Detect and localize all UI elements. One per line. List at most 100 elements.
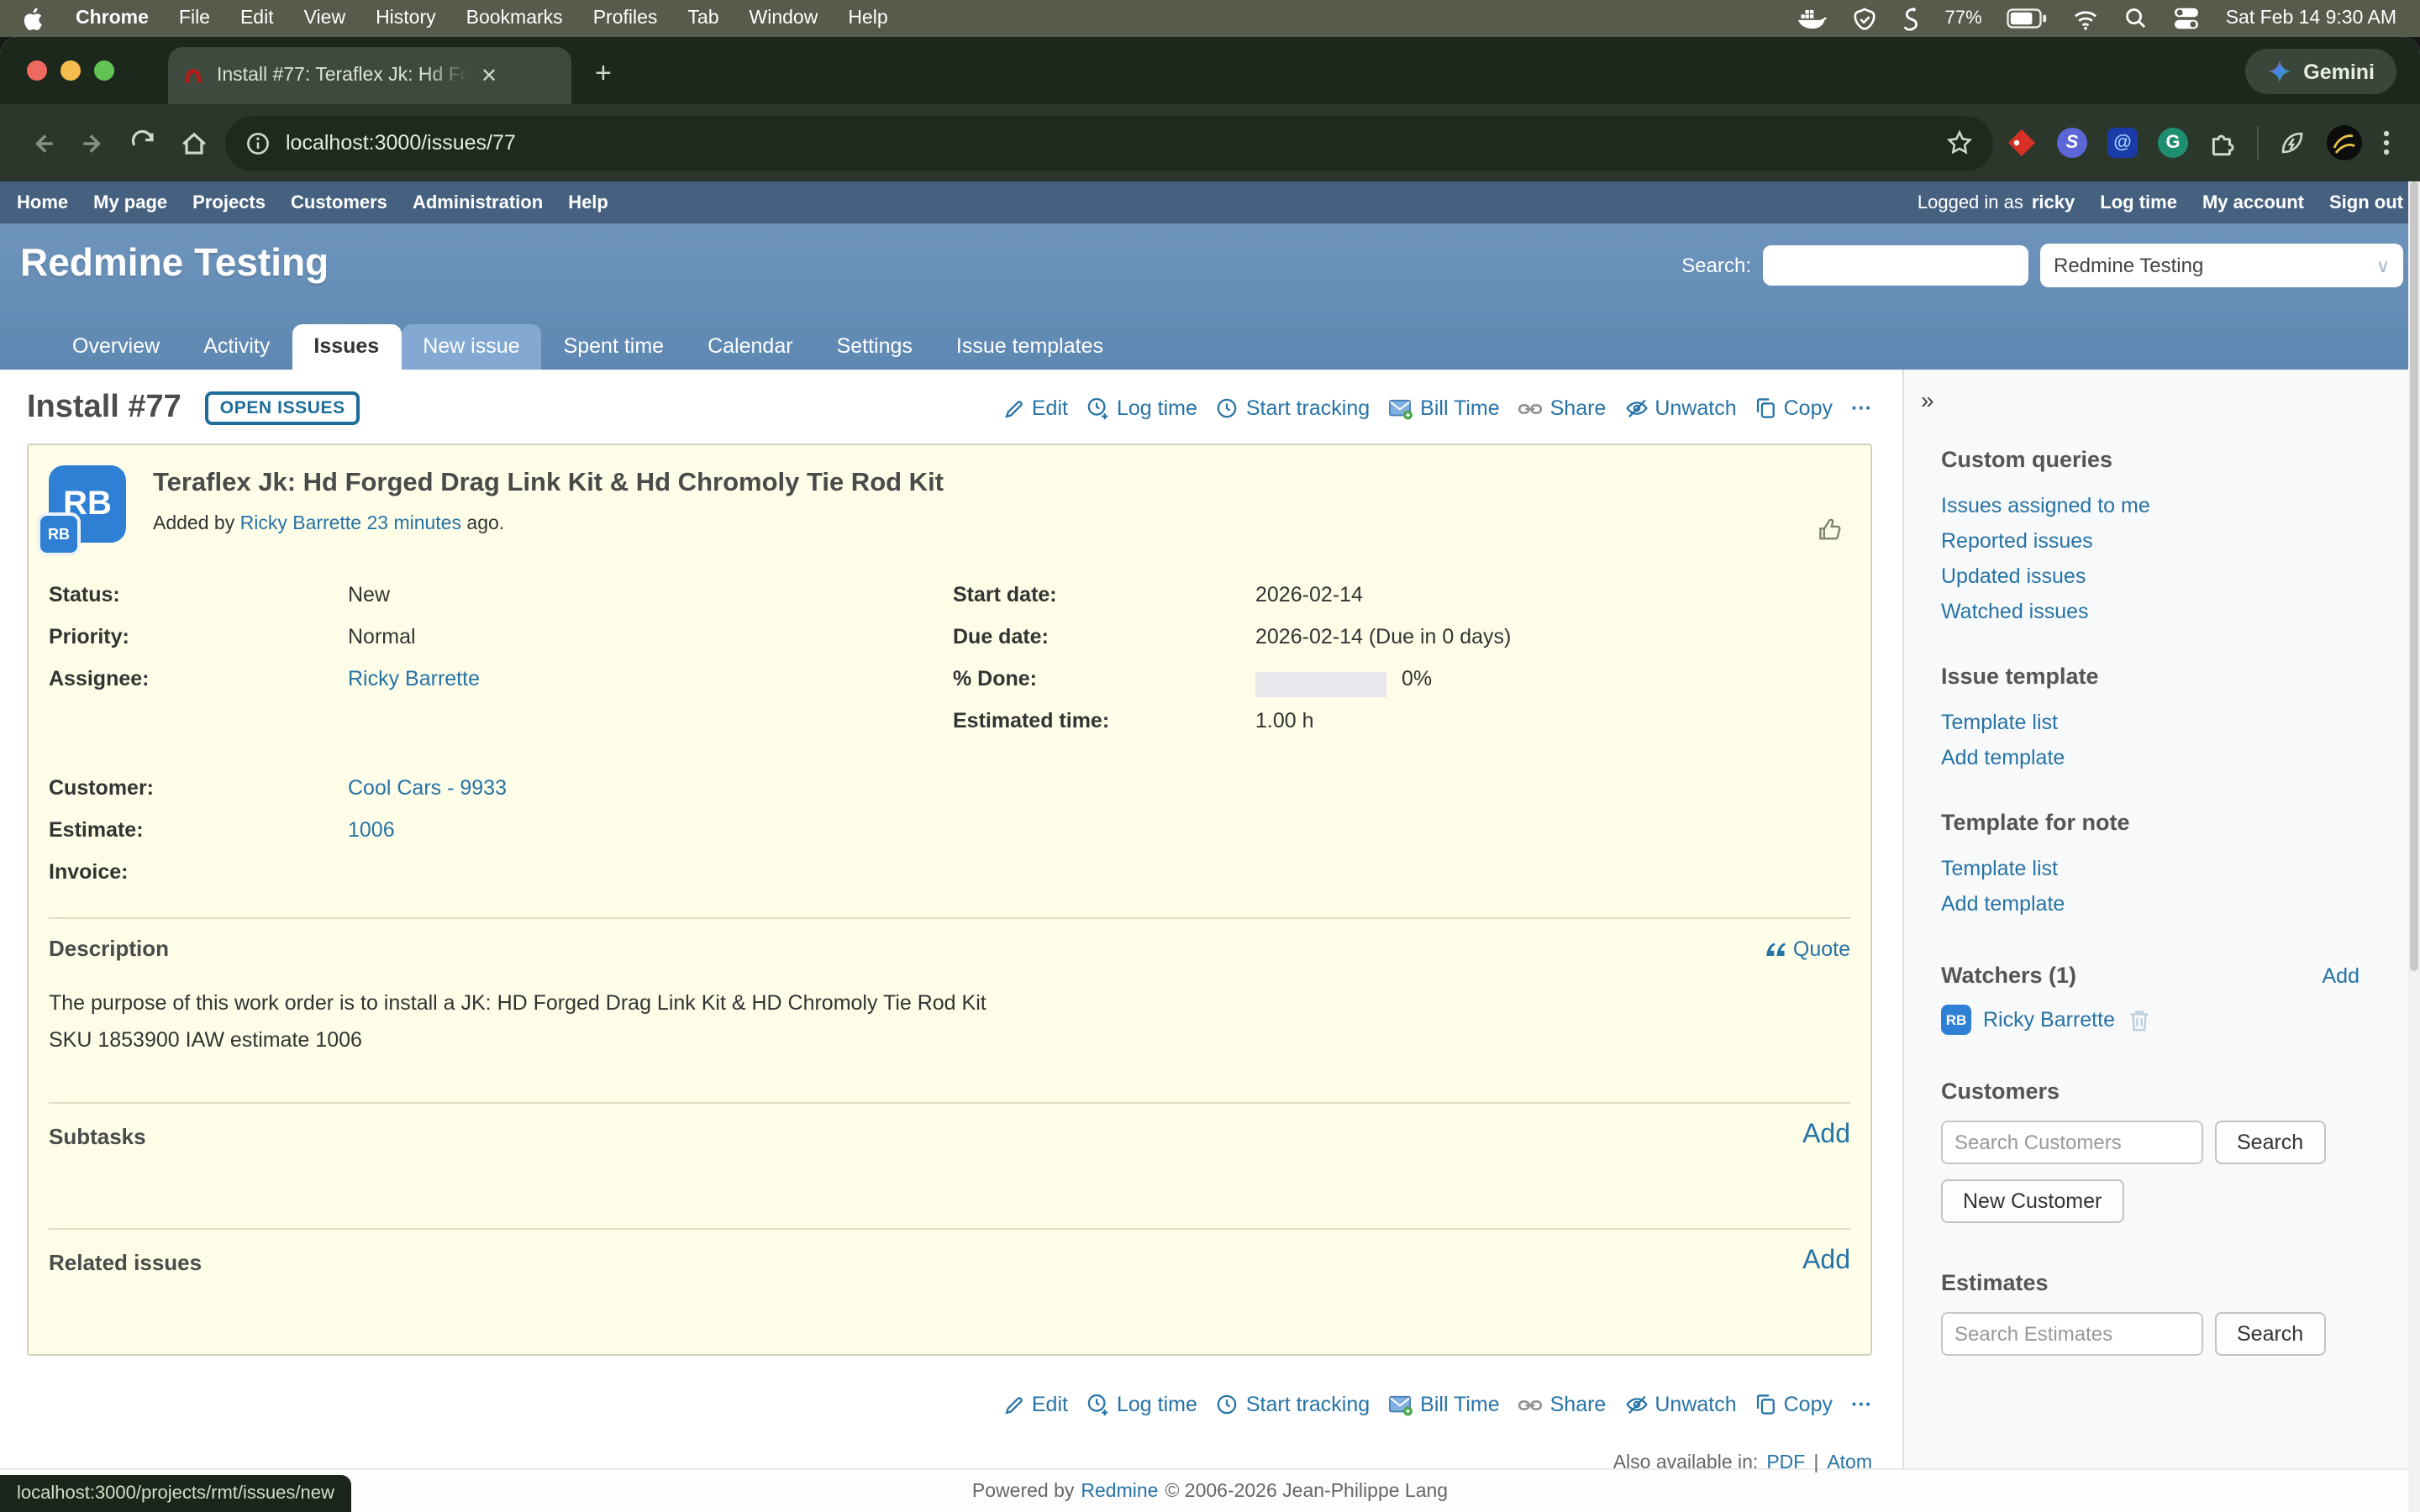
logged-in-user[interactable]: ricky [2032,192,2075,213]
minimize-window-button[interactable] [60,60,81,81]
menu-item-tab[interactable]: Tab [687,8,718,29]
sidebar-link-template-list[interactable]: Template list [1941,711,2058,734]
search-customers-input[interactable] [1941,1121,2203,1164]
search-estimates-button[interactable]: Search [2215,1312,2325,1356]
new-customer-button[interactable]: New Customer [1941,1179,2123,1223]
checkmark-app-icon[interactable] [1853,6,1878,31]
ext-red-icon[interactable] [2007,128,2037,158]
copy-link[interactable]: Copy [1755,396,1833,420]
sidebar-link-updated-issues[interactable]: Updated issues [1941,564,2086,588]
forward-icon[interactable] [67,118,118,168]
top-menu-log-time[interactable]: Log time [2100,192,2177,213]
address-bar[interactable]: localhost:3000/issues/77 [225,115,1993,171]
sidebar-link-note-template-list[interactable]: Template list [1941,857,2058,880]
zoom-window-button[interactable] [94,60,114,81]
atom-link[interactable]: Atom [1827,1453,1872,1473]
quote-link[interactable]: Quote [1765,937,1850,960]
redmine-link[interactable]: Redmine [1081,1482,1158,1502]
add-subtask-link[interactable]: Add [1802,1121,1850,1151]
menu-item-profiles[interactable]: Profiles [593,8,658,29]
menu-item-view[interactable]: View [304,8,345,29]
menu-item-help[interactable]: Help [848,8,887,29]
browser-tab[interactable]: Install #77: Teraflex Jk: Hd Fo ✕ [168,47,571,104]
sidebar-link-add-template[interactable]: Add template [1941,746,2065,769]
browser-scrollbar[interactable] [2408,181,2420,1512]
control-center-icon[interactable] [2174,7,2201,30]
top-menu-projects[interactable]: Projects [192,192,266,213]
project-select[interactable]: Redmine Testing ∨ [2040,244,2403,287]
wifi-icon[interactable] [2073,8,2100,29]
top-menu-customers[interactable]: Customers [291,192,387,213]
customer-link[interactable]: Cool Cars - 9933 [348,776,507,800]
bookmark-star-icon[interactable] [1946,129,1973,156]
tab-close-icon[interactable]: ✕ [481,64,497,87]
pdf-link[interactable]: PDF [1766,1453,1805,1473]
sidebar-link-watched-issues[interactable]: Watched issues [1941,600,2089,623]
sidebar-link-note-add-template[interactable]: Add template [1941,892,2065,916]
scrollbar-thumb[interactable] [2410,181,2418,971]
close-window-button[interactable] [27,60,47,81]
edit-link[interactable]: Edit [1003,396,1068,420]
tab-issue-templates[interactable]: Issue templates [934,324,1125,370]
search-customers-button[interactable]: Search [2215,1121,2325,1164]
tab-settings[interactable]: Settings [815,324,934,370]
menu-item-history[interactable]: History [376,8,436,29]
home-icon[interactable] [168,118,218,168]
assignee-link[interactable]: Ricky Barrette [348,667,480,690]
more-actions-button[interactable]: ··· [1851,396,1872,420]
menu-item-window[interactable]: Window [750,8,818,29]
add-watcher-link[interactable]: Add [2323,963,2360,987]
tab-calendar[interactable]: Calendar [686,324,814,370]
add-related-issue-link[interactable]: Add [1802,1247,1850,1277]
log-time-link[interactable]: Log time [1086,396,1197,420]
edit-link[interactable]: Edit [1003,1393,1068,1416]
new-tab-button[interactable]: + [595,57,612,104]
open-issues-badge[interactable]: OPEN ISSUES [205,391,360,425]
spotlight-icon[interactable] [2125,7,2149,30]
top-menu-help[interactable]: Help [568,192,608,213]
top-menu-administration[interactable]: Administration [413,192,543,213]
sidebar-link-reported-issues[interactable]: Reported issues [1941,529,2093,553]
search-estimates-input[interactable] [1941,1312,2203,1356]
share-link[interactable]: Share [1518,1393,1607,1416]
battery-saver-icon[interactable] [2279,129,2306,156]
bill-time-link[interactable]: Bill Time [1388,396,1499,420]
menu-item-edit[interactable]: Edit [240,8,274,29]
copy-link[interactable]: Copy [1755,1393,1833,1416]
top-menu-my-page[interactable]: My page [93,192,167,213]
more-actions-button[interactable]: ··· [1851,1393,1872,1416]
tab-activity[interactable]: Activity [182,324,292,370]
thumbs-up-icon[interactable] [1817,516,1844,543]
added-time-link[interactable]: 23 minutes [366,514,461,534]
delete-watcher-icon[interactable] [2127,1007,2150,1032]
share-link[interactable]: Share [1518,396,1607,420]
menu-item-file[interactable]: File [179,8,210,29]
grammarly-icon[interactable]: G [2158,128,2188,158]
search-input[interactable] [1763,245,2028,286]
watcher-name-link[interactable]: Ricky Barrette [1983,1008,2115,1032]
menu-kebab-icon[interactable] [2383,129,2390,156]
log-time-link[interactable]: Log time [1086,1393,1197,1416]
tab-overview[interactable]: Overview [50,324,182,370]
start-tracking-link[interactable]: Start tracking [1216,396,1370,420]
menu-item-bookmarks[interactable]: Bookmarks [466,8,563,29]
collapse-sidebar-icon[interactable]: » [1921,386,2360,413]
top-menu-sign-out[interactable]: Sign out [2329,192,2403,213]
ext-indigo-icon[interactable]: S [2057,128,2087,158]
reload-icon[interactable] [118,118,168,168]
gemini-button[interactable]: Gemini [2244,49,2396,94]
tab-issues[interactable]: Issues [292,324,401,370]
menu-clock[interactable]: Sat Feb 14 9:30 AM [2226,8,2396,29]
top-menu-home[interactable]: Home [17,192,68,213]
tab-new-issue[interactable]: New issue [401,324,541,370]
extensions-puzzle-icon[interactable] [2208,129,2237,157]
url-text[interactable]: localhost:3000/issues/77 [286,131,1931,155]
tab-spent-time[interactable]: Spent time [542,324,687,370]
profile-avatar[interactable] [2326,124,2363,161]
sidebar-link-issues-assigned[interactable]: Issues assigned to me [1941,494,2150,517]
start-tracking-link[interactable]: Start tracking [1216,1393,1370,1416]
author-link[interactable]: Ricky Barrette [240,514,361,534]
estimate-link[interactable]: 1006 [348,818,395,842]
apple-icon[interactable] [24,6,45,31]
top-menu-my-account[interactable]: My account [2202,192,2304,213]
